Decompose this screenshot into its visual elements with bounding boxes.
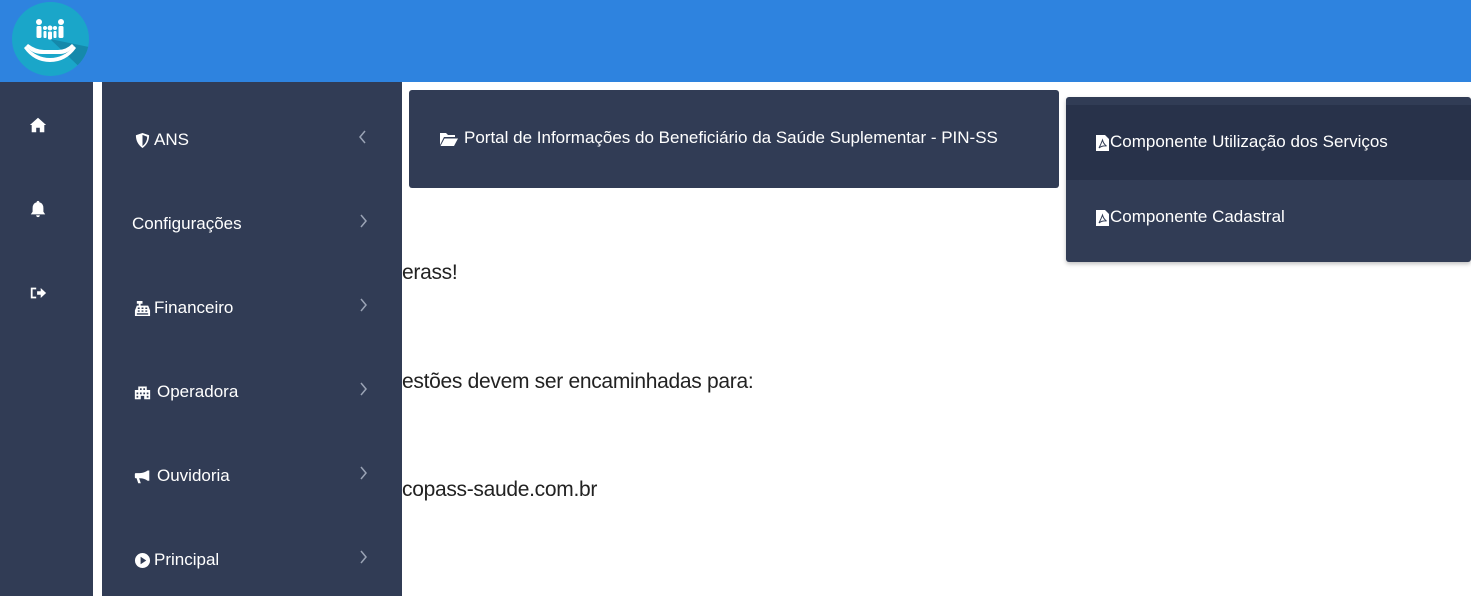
- menu-item-ans[interactable]: ANS: [102, 90, 402, 174]
- menu-item-label: ANS: [154, 130, 189, 149]
- dropdown-item-label: Componente Cadastral: [1110, 207, 1285, 226]
- top-bar: [0, 0, 1471, 82]
- menu-item-label: Ouvidoria: [157, 466, 230, 485]
- menu-item-ouvidoria[interactable]: Ouvidoria: [102, 426, 402, 510]
- sign-out-icon[interactable]: [22, 279, 54, 307]
- portal-dropdown-menu: Componente Utilização dos Serviços Compo…: [1066, 97, 1471, 262]
- chevron-right-icon: [358, 298, 368, 312]
- folder-open-icon: [439, 130, 459, 148]
- dropdown-item-utilizacao-servicos[interactable]: Componente Utilização dos Serviços: [1066, 105, 1471, 180]
- chevron-right-icon: [358, 214, 368, 228]
- bullhorn-icon: [133, 467, 151, 485]
- chevron-right-icon: [358, 382, 368, 396]
- file-pdf-icon: [1095, 134, 1110, 152]
- family-care-logo-icon[interactable]: [12, 2, 89, 76]
- menu-item-label: Operadora: [157, 382, 239, 401]
- menu-item-label: Configurações: [132, 214, 242, 233]
- cash-register-icon: [133, 299, 151, 317]
- play-circle-icon: [133, 551, 151, 569]
- pin-ss-portal-button[interactable]: Portal de Informações do Beneficiário da…: [409, 90, 1059, 188]
- menu-item-label: Principal: [154, 550, 220, 569]
- chevron-left-icon: [358, 130, 368, 144]
- building-icon: [133, 383, 151, 401]
- file-pdf-icon: [1095, 209, 1110, 227]
- bell-icon[interactable]: [22, 195, 54, 223]
- welcome-text: erass!: [402, 261, 458, 284]
- menu-item-configuracoes[interactable]: Configurações: [102, 174, 402, 258]
- dropdown-item-label: Componente Utilização dos Serviços: [1110, 132, 1388, 151]
- menu-item-financeiro[interactable]: Financeiro: [102, 258, 402, 342]
- portal-button-label: Portal de Informações do Beneficiário da…: [464, 128, 998, 147]
- sidebar-divider: [93, 82, 102, 596]
- suggestions-text: estões devem ser encaminhadas para:: [402, 370, 754, 393]
- icon-rail: [0, 82, 93, 596]
- chevron-right-icon: [358, 550, 368, 564]
- sidebar-menu: ANS Configurações Financeiro Operadora O…: [102, 82, 402, 596]
- menu-item-operadora[interactable]: Operadora: [102, 342, 402, 426]
- home-icon[interactable]: [22, 111, 54, 139]
- chevron-right-icon: [358, 466, 368, 480]
- dropdown-item-cadastral[interactable]: Componente Cadastral: [1066, 180, 1471, 255]
- menu-item-label: Financeiro: [154, 298, 234, 317]
- menu-item-principal[interactable]: Principal: [102, 510, 402, 594]
- shield-icon: [133, 131, 151, 149]
- contact-email-text: copass-saude.com.br: [402, 478, 598, 501]
